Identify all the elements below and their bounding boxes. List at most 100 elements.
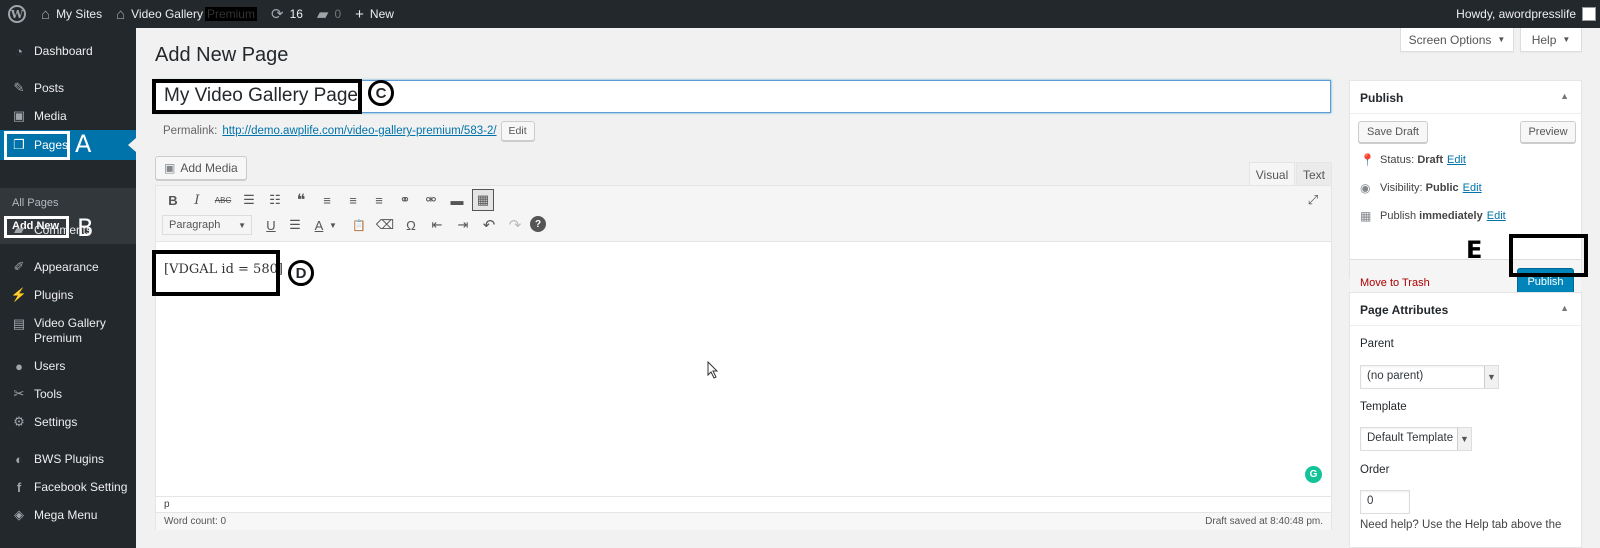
indent-icon[interactable]: ⇥	[452, 214, 474, 236]
strikethrough-icon[interactable]: ABC	[212, 189, 234, 211]
menu-appearance[interactable]: ✐ Appearance	[0, 254, 136, 280]
paste-text-icon[interactable]: 📋	[348, 214, 370, 236]
format-select[interactable]: Paragraph ▼	[162, 215, 252, 235]
new-content-menu[interactable]: + New	[348, 0, 401, 28]
menu-plugins[interactable]: ⚡ Plugins	[0, 282, 136, 308]
plug-icon: ⚡	[10, 287, 28, 302]
menu-users[interactable]: ● Users	[0, 353, 136, 379]
page-attributes-box: Page Attributes ▲ Parent (no parent) ▼ Tem…	[1349, 292, 1582, 548]
mouse-cursor-icon	[707, 361, 719, 379]
gallery-icon: ▤	[12, 316, 26, 331]
help-button[interactable]: Help ▼	[1520, 28, 1582, 52]
keyboard-shortcuts-icon[interactable]: ?	[530, 216, 546, 232]
editor-content[interactable]: [VDGAL id = 580] G	[156, 242, 1331, 496]
publish-box-title: Publish	[1360, 91, 1404, 105]
bold-icon[interactable]: B	[162, 189, 184, 211]
menu-mega-menu[interactable]: ◈ Mega Menu	[0, 502, 136, 528]
visibility-row: ◉ Visibility: Public Edit	[1360, 181, 1482, 195]
grammarly-icon[interactable]: G	[1305, 466, 1322, 483]
menu-video-gallery[interactable]: ▤ Video Gallery Premium	[0, 316, 136, 350]
site-name-menu[interactable]: ⌂ Video Gallery Premium	[109, 0, 264, 28]
dashboard-icon: ◔	[15, 43, 23, 59]
comment-icon: ▰	[14, 222, 24, 237]
account-menu[interactable]: Howdy, awordpresslife	[1449, 0, 1600, 28]
schedule-row: ▦ Publish immediately Edit	[1360, 209, 1506, 223]
permalink-edit-button[interactable]: Edit	[500, 121, 535, 141]
caret-down-icon: ▼	[238, 220, 246, 230]
permalink-row: Permalink: http://demo.awplife.com/video…	[163, 121, 535, 141]
blockquote-icon[interactable]: ❝	[290, 189, 312, 211]
collapse-icon[interactable]: ▲	[1560, 91, 1569, 101]
pin-icon: ✎	[13, 80, 25, 95]
visibility-edit-link[interactable]: Edit	[1463, 182, 1482, 194]
move-to-trash-link[interactable]: Move to Trash	[1360, 277, 1430, 289]
tab-text[interactable]: Text	[1296, 162, 1332, 186]
annotation-e: E	[1466, 236, 1483, 264]
fullscreen-icon[interactable]: ⤢	[1302, 189, 1324, 211]
template-select[interactable]: Default Template ▼	[1360, 427, 1472, 451]
menu-facebook-setting[interactable]: f Facebook Setting	[0, 474, 136, 500]
numbered-list-icon[interactable]: ☷	[264, 189, 286, 211]
draft-saved: Draft saved at 8:40:48 pm.	[1205, 516, 1323, 527]
page-attributes-header[interactable]: Page Attributes ▲	[1350, 293, 1581, 326]
align-right-icon[interactable]: ≡	[368, 189, 390, 211]
tab-visual[interactable]: Visual	[1249, 162, 1295, 186]
chevron-down-icon: ▼	[1457, 428, 1471, 450]
menu-comments[interactable]: ▰ Comments	[0, 217, 136, 243]
format-select-value: Paragraph	[169, 219, 221, 231]
caret-down-icon[interactable]: ▼	[326, 214, 340, 236]
updates-menu[interactable]: ⟳ 16	[264, 0, 310, 28]
menu-tools[interactable]: ✂ Tools	[0, 381, 136, 407]
special-character-icon[interactable]: Ω	[400, 214, 422, 236]
bullet-list-icon[interactable]: ☰	[238, 189, 260, 211]
editor-path: p	[156, 496, 1331, 512]
status-row: 📍 Status: Draft Edit	[1360, 153, 1466, 167]
comments-menu[interactable]: ▰ 0	[310, 0, 348, 28]
underline-icon[interactable]: U	[260, 214, 282, 236]
italic-icon[interactable]: I	[186, 189, 208, 211]
submenu-all-pages[interactable]: All Pages	[12, 197, 58, 209]
clear-formatting-icon[interactable]: ⌫	[374, 214, 396, 236]
menu-dashboard[interactable]: ◔ Dashboard	[0, 38, 136, 64]
save-draft-button[interactable]: Save Draft	[1358, 121, 1428, 143]
menu-label: Users	[34, 359, 66, 373]
updates-count: 16	[289, 7, 303, 21]
add-media-button[interactable]: ▣ Add Media	[155, 156, 247, 180]
menu-label: BWS Plugins	[34, 452, 105, 466]
wordpress-logo[interactable]: W	[0, 0, 34, 28]
permalink-link[interactable]: http://demo.awplife.com/video-gallery-pr…	[222, 125, 496, 137]
annotation-box-c	[152, 79, 362, 114]
status-value: Draft	[1417, 154, 1443, 166]
toolbar-toggle-icon[interactable]: ▦	[472, 189, 494, 211]
read-more-icon[interactable]: ▬	[446, 189, 468, 211]
order-input[interactable]: 0	[1360, 490, 1410, 514]
link-icon[interactable]: ⚭	[394, 189, 416, 211]
menu-posts[interactable]: ✎ Posts	[0, 75, 136, 101]
align-left-icon[interactable]: ≡	[316, 189, 338, 211]
menu-media[interactable]: ▣ Media	[0, 103, 136, 129]
menu-settings[interactable]: ⚙ Settings	[0, 409, 136, 435]
publish-box-header[interactable]: Publish ▲	[1350, 81, 1581, 114]
parent-select[interactable]: (no parent) ▼	[1360, 365, 1499, 389]
schedule-edit-link[interactable]: Edit	[1487, 210, 1506, 222]
paintbrush-icon: ✐	[13, 259, 25, 274]
annotation-box-d	[152, 250, 280, 296]
undo-icon[interactable]: ↶	[478, 214, 500, 236]
editor-status-bar: Word count: 0 Draft saved at 8:40:48 pm.	[156, 512, 1331, 530]
my-sites-menu[interactable]: ⌂ My Sites	[34, 0, 109, 28]
unlink-icon[interactable]: ⚮	[420, 189, 442, 211]
outdent-icon[interactable]: ⇤	[426, 214, 448, 236]
status-edit-link[interactable]: Edit	[1447, 154, 1466, 166]
template-select-value: Default Template	[1367, 432, 1454, 444]
annotation-d: D	[288, 260, 314, 286]
justify-icon[interactable]: ☰	[284, 214, 306, 236]
media-icon: ▣	[12, 108, 26, 123]
menu-label: Posts	[34, 81, 65, 95]
screen-options-button[interactable]: Screen Options ▼	[1400, 28, 1514, 52]
preview-button[interactable]: Preview	[1520, 121, 1576, 143]
align-center-icon[interactable]: ≡	[342, 189, 364, 211]
menu-bws-plugins[interactable]: ◐ BWS Plugins	[0, 446, 136, 472]
redo-icon[interactable]: ↷	[504, 214, 526, 236]
collapse-icon[interactable]: ▲	[1560, 303, 1569, 313]
content-editor: B I ABC ☰ ☷ ❝ ≡ ≡ ≡ ⚭ ⚮ ▬ ▦ ⤢ Paragraph ▼…	[155, 185, 1332, 530]
